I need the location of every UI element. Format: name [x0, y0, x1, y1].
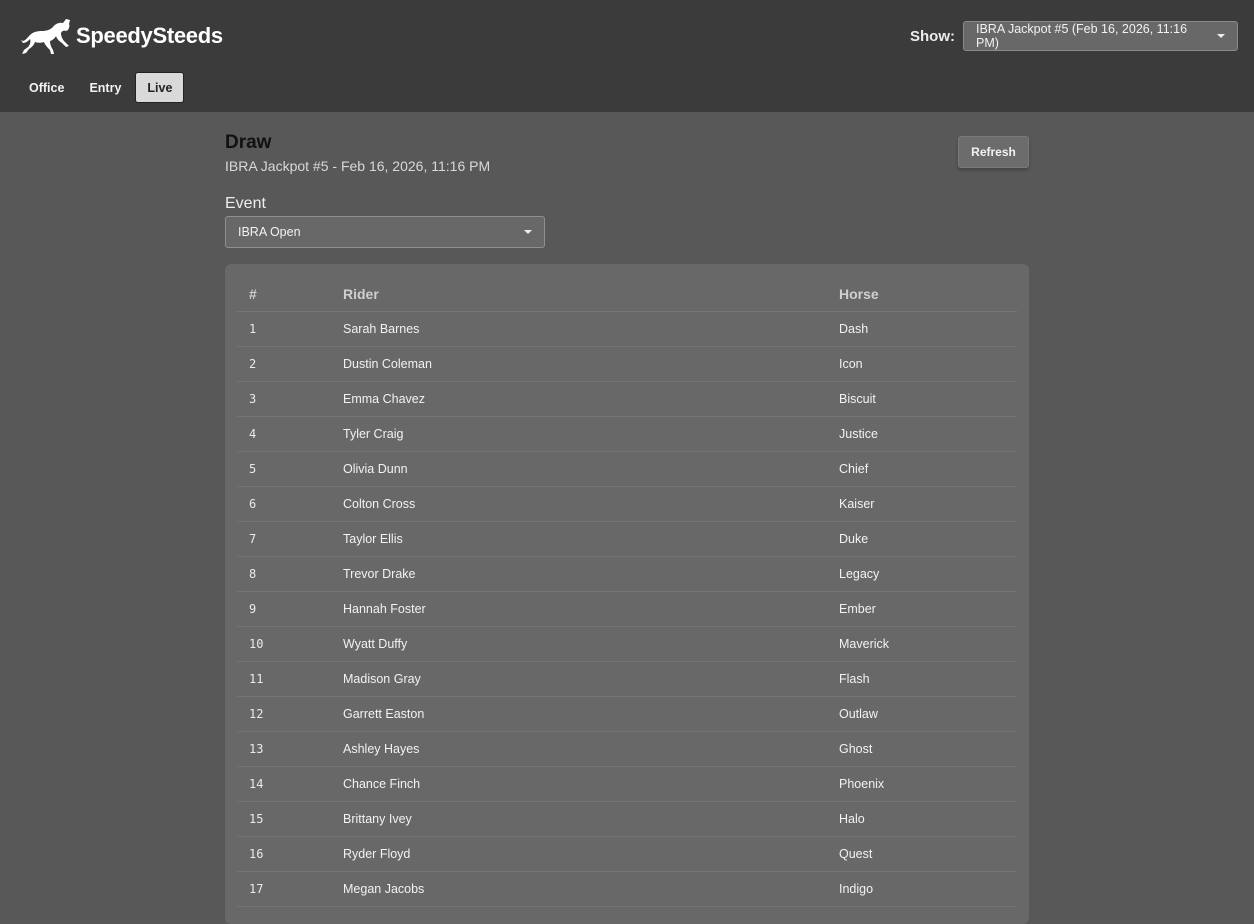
- cell-horse: Phoenix: [839, 766, 1017, 802]
- cell-number: 15: [237, 801, 343, 837]
- show-label: Show:: [910, 27, 955, 45]
- cell-horse: Indigo: [839, 871, 1017, 907]
- table-header-row: # Rider Horse: [237, 276, 1017, 312]
- cell-number: 4: [237, 416, 343, 452]
- cell-number: 9: [237, 591, 343, 627]
- cell-number: 1: [237, 311, 343, 347]
- tab-entry-label: Entry: [89, 80, 122, 95]
- caret-down-icon: [524, 230, 532, 234]
- cell-horse: Justice: [839, 416, 1017, 452]
- tab-office-label: Office: [29, 80, 65, 95]
- cell-horse: Ghost: [839, 731, 1017, 767]
- cell-horse: Icon: [839, 346, 1017, 382]
- table-row: 14 Chance Finch Phoenix: [237, 766, 1017, 802]
- app-logo[interactable]: SpeedySteeds: [20, 16, 223, 56]
- cell-horse: Biscuit: [839, 381, 1017, 417]
- draw-table: # Rider Horse 1 Sarah Barnes Dash 2 Dustin C…: [237, 276, 1017, 907]
- show-dropdown[interactable]: IBRA Jackpot #5 (Feb 16, 2026, 11:16 PM): [963, 21, 1238, 51]
- table-row: 13 Ashley Hayes Ghost: [237, 731, 1017, 767]
- cell-horse: Maverick: [839, 626, 1017, 662]
- tab-office[interactable]: Office: [18, 72, 75, 103]
- event-label: Event: [225, 195, 266, 212]
- cell-rider: Trevor Drake: [343, 556, 839, 592]
- cell-rider: Megan Jacobs: [343, 871, 839, 907]
- cell-rider: Ashley Hayes: [343, 731, 839, 767]
- cell-rider: Emma Chavez: [343, 381, 839, 417]
- table-row: 9 Hannah Foster Ember: [237, 591, 1017, 627]
- horse-icon: [21, 19, 70, 54]
- draw-table-card: # Rider Horse 1 Sarah Barnes Dash 2 Dustin C…: [225, 264, 1029, 924]
- page-subtitle: IBRA Jackpot #5 - Feb 16, 2026, 11:16 PM: [225, 158, 491, 174]
- table-body: 1 Sarah Barnes Dash 2 Dustin Coleman Icon 3 Emm…: [237, 311, 1017, 907]
- tab-entry[interactable]: Entry: [78, 72, 132, 103]
- cell-number: 12: [237, 696, 343, 732]
- table-row: 5 Olivia Dunn Chief: [237, 451, 1017, 487]
- cell-number: 2: [237, 346, 343, 382]
- cell-horse: Quest: [839, 836, 1017, 872]
- cell-horse: Kaiser: [839, 486, 1017, 522]
- cell-horse: Flash: [839, 661, 1017, 697]
- cell-number: 16: [237, 836, 343, 872]
- cell-rider: Brittany Ivey: [343, 801, 839, 837]
- column-header-number: #: [237, 276, 343, 312]
- cell-rider: Dustin Coleman: [343, 346, 839, 382]
- cell-rider: Olivia Dunn: [343, 451, 839, 487]
- cell-rider: Hannah Foster: [343, 591, 839, 627]
- cell-horse: Ember: [839, 591, 1017, 627]
- caret-down-icon: [1217, 34, 1225, 38]
- table-row: 10 Wyatt Duffy Maverick: [237, 626, 1017, 662]
- cell-number: 3: [237, 381, 343, 417]
- table-row: 1 Sarah Barnes Dash: [237, 311, 1017, 347]
- table-row: 8 Trevor Drake Legacy: [237, 556, 1017, 592]
- cell-horse: Legacy: [839, 556, 1017, 592]
- cell-number: 13: [237, 731, 343, 767]
- table-row: 12 Garrett Easton Outlaw: [237, 696, 1017, 732]
- table-row: 16 Ryder Floyd Quest: [237, 836, 1017, 872]
- cell-rider: Taylor Ellis: [343, 521, 839, 557]
- cell-number: 14: [237, 766, 343, 802]
- table-row: 17 Megan Jacobs Indigo: [237, 871, 1017, 907]
- table-row: 6 Colton Cross Kaiser: [237, 486, 1017, 522]
- cell-horse: Halo: [839, 801, 1017, 837]
- page-title: Draw: [225, 132, 272, 153]
- cell-horse: Chief: [839, 451, 1017, 487]
- cell-rider: Wyatt Duffy: [343, 626, 839, 662]
- app-name: SpeedySteeds: [76, 23, 223, 48]
- cell-number: 17: [237, 871, 343, 907]
- cell-rider: Madison Gray: [343, 661, 839, 697]
- cell-rider: Sarah Barnes: [343, 311, 839, 347]
- refresh-button[interactable]: Refresh: [958, 136, 1029, 168]
- cell-number: 10: [237, 626, 343, 662]
- cell-number: 8: [237, 556, 343, 592]
- table-row: 3 Emma Chavez Biscuit: [237, 381, 1017, 417]
- table-row: 7 Taylor Ellis Duke: [237, 521, 1017, 557]
- cell-rider: Tyler Craig: [343, 416, 839, 452]
- cell-number: 5: [237, 451, 343, 487]
- show-selector: Show: IBRA Jackpot #5 (Feb 16, 2026, 11:…: [910, 20, 1238, 52]
- table-row: 2 Dustin Coleman Icon: [237, 346, 1017, 382]
- table-row: 15 Brittany Ivey Halo: [237, 801, 1017, 837]
- tab-live[interactable]: Live: [135, 72, 185, 103]
- cell-number: 6: [237, 486, 343, 522]
- cell-number: 7: [237, 521, 343, 557]
- cell-horse: Outlaw: [839, 696, 1017, 732]
- cell-horse: Dash: [839, 311, 1017, 347]
- cell-rider: Ryder Floyd: [343, 836, 839, 872]
- table-row: 4 Tyler Craig Justice: [237, 416, 1017, 452]
- cell-rider: Garrett Easton: [343, 696, 839, 732]
- column-header-rider: Rider: [343, 276, 839, 312]
- event-dropdown[interactable]: IBRA Open: [225, 216, 545, 248]
- table-row: 11 Madison Gray Flash: [237, 661, 1017, 697]
- cell-number: 11: [237, 661, 343, 697]
- cell-rider: Colton Cross: [343, 486, 839, 522]
- top-bar: SpeedySteeds Show: IBRA Jackpot #5 (Feb …: [0, 0, 1254, 112]
- cell-horse: Duke: [839, 521, 1017, 557]
- cell-rider: Chance Finch: [343, 766, 839, 802]
- main-nav: Office Entry Live: [18, 72, 187, 103]
- column-header-horse: Horse: [839, 276, 1017, 312]
- tab-live-label: Live: [147, 80, 173, 95]
- show-dropdown-value: IBRA Jackpot #5 (Feb 16, 2026, 11:16 PM): [976, 22, 1188, 50]
- event-dropdown-value: IBRA Open: [238, 225, 301, 239]
